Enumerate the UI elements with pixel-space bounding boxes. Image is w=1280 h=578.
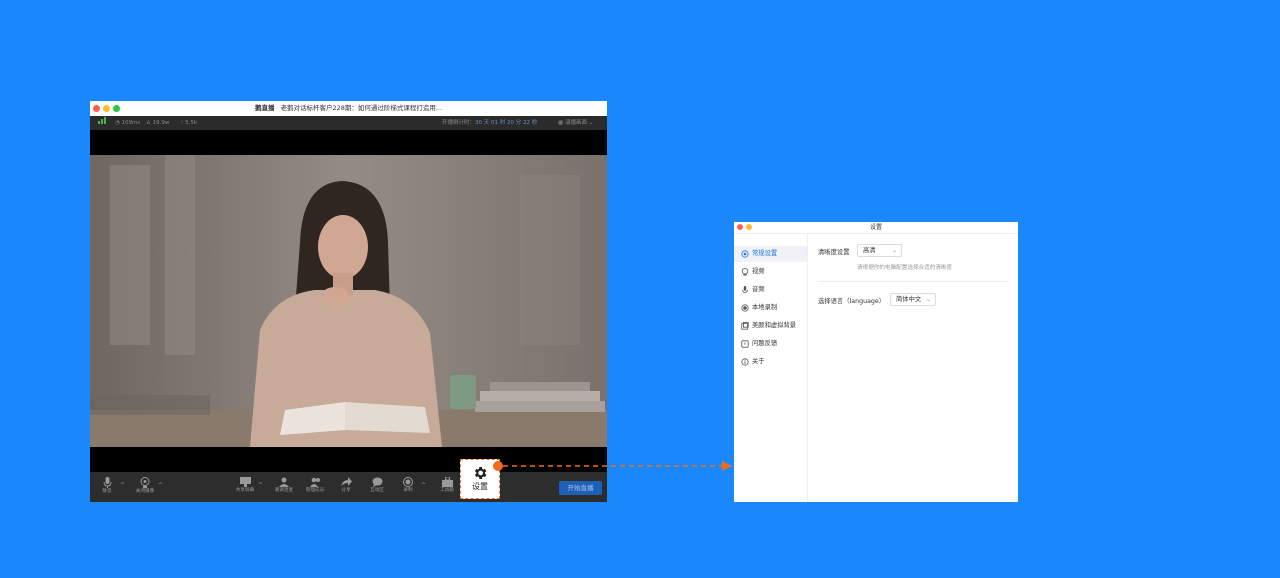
camera-icon bbox=[741, 268, 749, 276]
connector-dot bbox=[493, 461, 503, 471]
settings-title: 设置 bbox=[869, 224, 882, 231]
sidebar-item-feedback[interactable]: 问题反馈 bbox=[734, 336, 807, 352]
sidebar-item-local-recording[interactable]: 本地录制 bbox=[734, 300, 807, 316]
settings-sidebar: 常规设置 视频 音频 本地录制 美颜和虚拟背景 问题反馈 关于 bbox=[734, 234, 808, 502]
clarity-label: 清晰度设置 bbox=[818, 249, 850, 256]
language-value: 简体中文 bbox=[896, 296, 922, 303]
microphone-icon bbox=[742, 286, 748, 293]
sidebar-item-label: 常规设置 bbox=[752, 250, 778, 257]
feedback-icon bbox=[741, 340, 749, 348]
chevron-down-icon: ⌄ bbox=[891, 247, 897, 254]
beauty-icon bbox=[741, 322, 749, 330]
sidebar-item-beauty-background[interactable]: 美颜和虚拟背景 bbox=[734, 318, 807, 334]
clarity-hint: 请根据你的电脑配置选择合适的清晰度 bbox=[857, 265, 953, 271]
sidebar-item-label: 视频 bbox=[752, 268, 765, 275]
sidebar-item-label: 音频 bbox=[752, 286, 765, 293]
language-select[interactable]: 简体中文 ⌄ bbox=[890, 293, 936, 306]
sidebar-item-label: 美颜和虚拟背景 bbox=[752, 322, 797, 329]
sidebar-item-video[interactable]: 视频 bbox=[734, 264, 807, 280]
settings-titlebar: 设置 bbox=[734, 222, 1018, 234]
sidebar-item-label: 本地录制 bbox=[752, 304, 778, 311]
clarity-select[interactable]: 高清 ⌄ bbox=[857, 244, 902, 257]
divider bbox=[818, 281, 1008, 282]
chevron-down-icon: ⌄ bbox=[925, 296, 931, 303]
settings-window: 设置 常规设置 视频 音频 本地录制 美颜和虚拟背景 问题反馈 关于 清晰度设置… bbox=[734, 222, 1018, 502]
sidebar-item-about[interactable]: 关于 bbox=[734, 354, 807, 370]
gear-icon bbox=[741, 250, 749, 258]
sidebar-item-label: 问题反馈 bbox=[752, 340, 778, 347]
sidebar-item-label: 关于 bbox=[752, 358, 765, 365]
clarity-value: 高清 bbox=[863, 247, 876, 254]
language-label: 选择语言（language） bbox=[818, 298, 886, 305]
sidebar-item-audio[interactable]: 音频 bbox=[734, 282, 807, 298]
connector-arrow bbox=[503, 461, 732, 471]
sidebar-item-general[interactable]: 常规设置 bbox=[734, 246, 807, 262]
info-icon bbox=[741, 358, 749, 366]
record-icon bbox=[741, 304, 749, 312]
